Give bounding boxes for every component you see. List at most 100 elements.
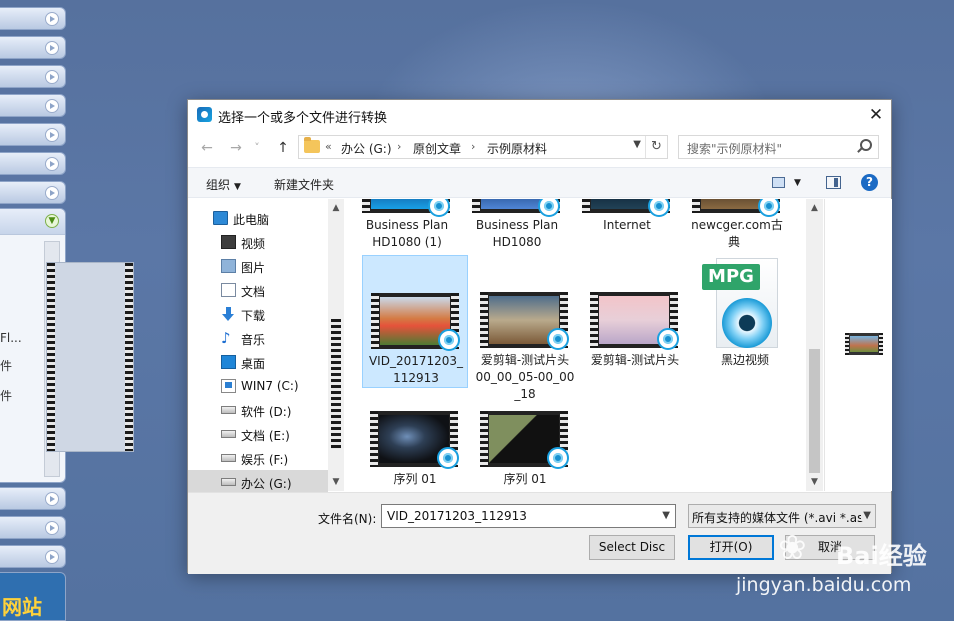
help-icon[interactable]: ? xyxy=(861,174,878,191)
side-panel-scrollbar[interactable] xyxy=(44,241,134,477)
nav-item-drive-e[interactable]: 文档 (E:) xyxy=(188,422,328,446)
file-type-dropdown-icon[interactable]: ▼ xyxy=(861,510,871,521)
filename-input[interactable]: VID_20171203_112913 ▼ xyxy=(381,504,676,528)
side-tab[interactable] xyxy=(0,65,66,88)
file-item-selected[interactable]: VID_20171203_ 112913 xyxy=(362,255,468,388)
media-disc-icon xyxy=(722,298,772,348)
breadcrumb-drive[interactable]: 办公 (G:) xyxy=(341,140,392,157)
scroll-up-icon[interactable]: ▲ xyxy=(328,200,344,216)
refresh-icon[interactable]: ↻ xyxy=(645,136,667,158)
nav-item-drive-f[interactable]: 娱乐 (F:) xyxy=(188,446,328,470)
back-arrow-icon[interactable]: ← xyxy=(197,138,217,158)
picture-folder-icon xyxy=(221,259,236,273)
breadcrumb-current[interactable]: 示例原材料 xyxy=(487,140,547,157)
address-dropdown-icon[interactable]: ▼ xyxy=(633,139,641,150)
preview-pane-icon[interactable] xyxy=(826,176,841,189)
file-grid-scrollbar[interactable]: ▲ ▼ xyxy=(806,199,823,491)
navigation-pane: 此电脑 视频 图片 文档 下载 ♪ 音乐 桌面 WIN7 (C:) 软件 (D:)… xyxy=(188,199,344,494)
video-folder-icon xyxy=(221,235,236,249)
scroll-up-icon[interactable]: ▲ xyxy=(806,200,823,216)
file-type-select[interactable]: 所有支持的媒体文件 (*.avi *.as ▼ xyxy=(688,504,876,528)
file-item[interactable]: 序列 01 xyxy=(362,409,468,491)
view-mode-icon[interactable] xyxy=(772,177,785,188)
address-bar[interactable]: « 办公 (G:) › 原创文章 › 示例原材料 ▼ ↻ xyxy=(298,135,668,159)
scrollbar-thumb[interactable] xyxy=(46,262,134,452)
file-item[interactable]: Business Plan HD1080 xyxy=(464,199,570,251)
expand-arrow-icon xyxy=(45,41,59,55)
file-name: 黑边视频 xyxy=(720,353,769,367)
side-tab[interactable] xyxy=(0,94,66,117)
recent-locations-chevron-icon[interactable]: ˅ xyxy=(251,138,263,158)
expand-arrow-icon xyxy=(45,157,59,171)
up-arrow-icon[interactable]: ↑ xyxy=(273,138,293,158)
side-panel-text: Fl... xyxy=(0,331,22,345)
nav-item-videos[interactable]: 视频 xyxy=(188,230,328,254)
file-item[interactable]: newcger.com古 典 xyxy=(684,199,790,251)
breadcrumb-separator-icon[interactable]: › xyxy=(397,140,401,153)
media-badge-icon xyxy=(437,447,459,469)
file-name: 典 xyxy=(727,235,746,249)
side-tab[interactable] xyxy=(0,7,66,30)
file-item[interactable]: MPG 黑边视频 xyxy=(692,255,798,375)
filename-dropdown-icon[interactable]: ▼ xyxy=(662,510,670,521)
new-folder-button[interactable]: 新建文件夹 xyxy=(274,176,334,193)
overflow-chevron-icon[interactable]: « xyxy=(325,140,332,153)
breadcrumb-folder[interactable]: 原创文章 xyxy=(413,140,461,157)
navigation-pane-scrollbar[interactable]: ▲ ▼ xyxy=(328,199,344,491)
expand-arrow-icon xyxy=(45,492,59,506)
nav-item-label: 图片 xyxy=(241,261,266,275)
side-tab[interactable] xyxy=(0,123,66,146)
scroll-down-icon[interactable]: ▼ xyxy=(806,474,823,490)
collapse-chevron-icon[interactable]: ▼ xyxy=(45,214,59,228)
breadcrumb-separator-icon[interactable]: › xyxy=(471,140,475,153)
select-disc-button[interactable]: Select Disc xyxy=(589,535,675,560)
nav-item-drive-g[interactable]: 办公 (G:) xyxy=(188,470,328,494)
scroll-down-icon[interactable]: ▼ xyxy=(328,474,344,490)
file-name: VID_20171203_ xyxy=(368,354,464,368)
organize-menu[interactable]: 组织 ▼ xyxy=(206,176,241,193)
file-item[interactable]: 爱剪辑-测试片头 00_00_05-00_00 _18 xyxy=(472,255,578,405)
file-item[interactable]: 爱剪辑-测试片头 xyxy=(582,255,688,375)
forward-arrow-icon[interactable]: → xyxy=(226,138,246,158)
view-dropdown-icon[interactable]: ▼ xyxy=(794,178,801,188)
side-tab[interactable] xyxy=(0,36,66,59)
nav-item-label: 视频 xyxy=(241,237,266,251)
side-panel-header[interactable]: ▼ xyxy=(0,209,65,235)
file-item[interactable]: Business Plan HD1080 (1) xyxy=(354,199,460,251)
open-button[interactable]: 打开(O) xyxy=(688,535,774,560)
side-tab[interactable] xyxy=(0,152,66,175)
organize-label: 组织 xyxy=(206,178,231,192)
scrollbar-thumb[interactable] xyxy=(809,349,820,473)
file-item[interactable]: Internet xyxy=(574,199,680,251)
side-tab[interactable] xyxy=(0,487,66,510)
scrollbar-thumb[interactable] xyxy=(331,319,341,449)
file-name: 序列 01 xyxy=(503,472,547,486)
nav-item-music[interactable]: ♪ 音乐 xyxy=(188,326,328,350)
close-icon[interactable]: ✕ xyxy=(861,100,891,130)
expand-arrow-icon xyxy=(45,128,59,142)
file-item[interactable]: 序列 01 xyxy=(472,409,578,491)
side-tab[interactable] xyxy=(0,545,66,568)
side-panel-text: 件 xyxy=(0,389,13,403)
search-box[interactable]: 搜索"示例原材料" xyxy=(678,135,879,159)
promo-banner[interactable]: 网站 xyxy=(0,572,66,621)
file-name: 爱剪辑-测试片头 xyxy=(590,353,680,367)
nav-item-documents[interactable]: 文档 xyxy=(188,278,328,302)
file-name: newcger.com古 xyxy=(691,218,783,232)
side-tab[interactable] xyxy=(0,516,66,539)
nav-item-downloads[interactable]: 下载 xyxy=(188,302,328,326)
search-icon[interactable] xyxy=(860,139,872,151)
cancel-button[interactable]: 取消 xyxy=(785,535,875,560)
nav-item-this-pc[interactable]: 此电脑 xyxy=(188,206,328,230)
nav-item-desktop[interactable]: 桌面 xyxy=(188,350,328,374)
media-badge-icon xyxy=(648,199,670,217)
desktop-icon xyxy=(221,355,236,369)
nav-item-pictures[interactable]: 图片 xyxy=(188,254,328,278)
media-badge-icon xyxy=(547,447,569,469)
file-name: Business Plan xyxy=(475,218,559,232)
dialog-titlebar[interactable]: 选择一个或多个文件进行转换 ✕ xyxy=(188,100,891,130)
nav-item-drive-d[interactable]: 软件 (D:) xyxy=(188,398,328,422)
nav-item-drive-c[interactable]: WIN7 (C:) xyxy=(188,374,328,398)
file-name: _18 xyxy=(514,387,536,401)
side-tab[interactable] xyxy=(0,181,66,204)
